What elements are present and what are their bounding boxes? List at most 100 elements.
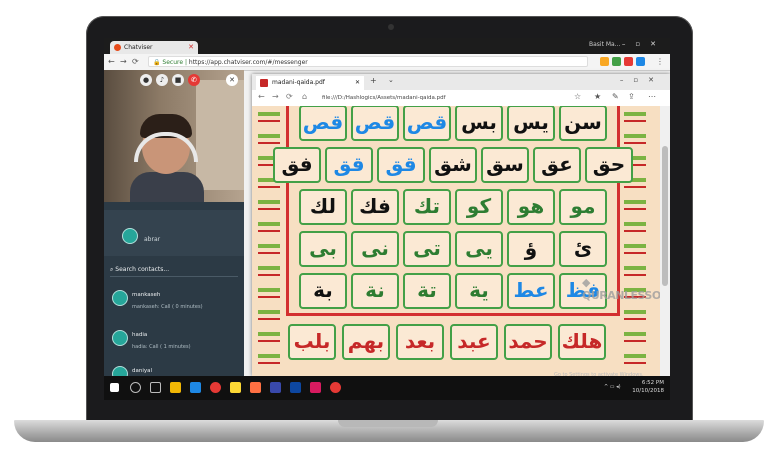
contact-status: mankaseh: Call ( 0 minutes) (132, 304, 203, 310)
pdf-icon (260, 79, 268, 87)
letter-cell: مو (559, 189, 607, 225)
app-icon[interactable] (310, 382, 321, 393)
vscode-icon[interactable] (270, 382, 281, 393)
chrome-tab-strip: Chatviser ✕ Basit Ma... –▫✕ (104, 38, 670, 54)
letter-cell: بس (455, 106, 503, 141)
scrollbar[interactable] (660, 106, 670, 376)
file-explorer-icon[interactable] (170, 382, 181, 393)
notes-icon[interactable]: ✎ (612, 92, 619, 101)
windows-taskbar: ^ ▭ ◂) 6:52 PM 10/10/2018 (104, 376, 670, 400)
camera-icon[interactable]: ■ (172, 74, 184, 86)
word-cell: حمد (504, 324, 552, 360)
word-cell: بهم (342, 324, 390, 360)
letter-cell: قق (377, 147, 425, 183)
reload-icon[interactable]: ⟳ (132, 57, 139, 66)
mic-icon[interactable]: ● (140, 74, 152, 86)
task-view-icon[interactable] (150, 382, 161, 393)
letter-cell: قص (403, 106, 451, 141)
letter-cell: عط (507, 273, 555, 309)
end-call-icon[interactable]: ✆ (188, 74, 200, 86)
chevron-down-icon[interactable]: ⌄ (388, 76, 394, 84)
letter-cell: تة (403, 273, 451, 309)
back-icon[interactable]: ← (258, 92, 265, 101)
contact-item[interactable]: mankaseh mankaseh: Call ( 0 minutes) (104, 286, 244, 326)
back-icon[interactable]: ← (108, 57, 115, 66)
letter-cell: شق (429, 147, 477, 183)
laptop-notch (338, 420, 438, 427)
more-icon[interactable]: ⋯ (648, 92, 656, 101)
search-icon[interactable] (130, 382, 141, 393)
tab-chatviser[interactable]: Chatviser ✕ (110, 41, 198, 54)
star-icon[interactable] (600, 57, 609, 66)
edge-toolbar: ← → ⟳ ⌂ file:///D:/Hashlogics/Assets/mad… (252, 90, 670, 107)
extension-icon[interactable] (612, 57, 621, 66)
chrome-icon[interactable] (210, 382, 221, 393)
home-icon[interactable]: ⌂ (302, 92, 307, 101)
chatviser-favicon-icon (114, 44, 121, 51)
letter-cell: حق (585, 147, 633, 183)
laptop-screen: Chatviser ✕ Basit Ma... –▫✕ ← → ⟳ 🔒 Secu… (104, 38, 670, 400)
pdf-tab-title: madani-qaida.pdf (272, 79, 325, 86)
vlc-icon[interactable] (250, 382, 261, 393)
store-icon[interactable] (230, 382, 241, 393)
audio-icon[interactable]: ♪ (156, 74, 168, 86)
current-user-row: abrar (104, 210, 244, 256)
letter-cell: تك (403, 189, 451, 225)
contact-item[interactable]: hadia hadia: Call ( 1 minutes) (104, 326, 244, 366)
reload-icon[interactable]: ⟳ (286, 92, 293, 101)
word-cell: عبد (450, 324, 498, 360)
contacts-sidebar: abrar ⌕ Search contacts... mankaseh mank… (104, 202, 244, 400)
window-controls[interactable]: –▫✕ (622, 40, 666, 48)
letter-cell: هو (507, 189, 555, 225)
window-controls[interactable]: –▫✕ (620, 76, 664, 84)
tab-madani-qaida[interactable]: madani-qaida.pdf ✕ (256, 76, 364, 90)
search-input[interactable]: ⌕ Search contacts... (110, 264, 238, 277)
letter-cell: ؤ (507, 231, 555, 267)
letter-cell: تى (403, 231, 451, 267)
word-cell: بعد (396, 324, 444, 360)
contact-name: hadia (132, 332, 148, 338)
close-tab-icon[interactable]: ✕ (355, 76, 360, 90)
extension-icon[interactable] (636, 57, 645, 66)
secure-label: Secure (162, 59, 184, 66)
letter-cell: يس (507, 106, 555, 141)
forward-icon[interactable]: → (120, 57, 127, 66)
share-icon[interactable]: ⇪ (628, 92, 635, 101)
edge-icon[interactable] (190, 382, 201, 393)
webcam (388, 24, 394, 30)
close-icon[interactable]: ✕ (226, 74, 238, 86)
letters-grid: قص قص قص بس يس سن فق قق قق شق سق عق حق لك فك تك كو هو مو بى… (273, 106, 633, 316)
pdf-viewer-window: madani-qaida.pdf ✕ + ⌄ –▫✕ ← → ⟳ ⌂ file:… (252, 74, 670, 376)
avatar (112, 290, 128, 306)
tab-title: Chatviser (124, 44, 153, 51)
forward-icon[interactable]: → (272, 92, 279, 101)
clock[interactable]: 6:52 PM 10/10/2018 (632, 379, 664, 395)
profile-button[interactable]: Basit Ma... (589, 41, 620, 48)
watermark-logo: ◆ QURANLESSON (582, 276, 670, 302)
contact-name: daniyal (132, 368, 153, 374)
extension-icon[interactable] (624, 57, 633, 66)
system-tray[interactable]: ^ ▭ ◂) (604, 384, 621, 390)
word-cell: هلك (558, 324, 606, 360)
menu-icon[interactable]: ⋮ (656, 57, 664, 66)
letter-cell: بة (299, 273, 347, 309)
avatar (112, 330, 128, 346)
letter-cell: فق (273, 147, 321, 183)
letter-cell: نى (351, 231, 399, 267)
scrollbar-thumb[interactable] (662, 146, 668, 286)
contact-name: mankaseh (132, 292, 161, 298)
pdf-content[interactable]: قص قص قص بس يس سن فق قق قق شق سق عق حق لك فك تك كو هو مو بى… (252, 106, 670, 376)
star-icon[interactable]: ☆ (574, 92, 581, 101)
new-tab-icon[interactable]: + (370, 76, 377, 85)
clock-date: 10/10/2018 (632, 388, 664, 394)
person-shirt (130, 172, 204, 202)
photoshop-icon[interactable] (290, 382, 301, 393)
search-placeholder: Search contacts... (115, 266, 170, 273)
chrome-icon[interactable] (330, 382, 341, 393)
address-bar[interactable]: 🔒 Secure | https://app.chatviser.com/#/m… (148, 56, 588, 67)
pdf-address-bar[interactable]: file:///D:/Hashlogics/Assets/madani-qaid… (322, 93, 572, 103)
windows-start-icon[interactable] (110, 383, 119, 392)
close-tab-icon[interactable]: ✕ (188, 41, 194, 54)
letter-cell: نة (351, 273, 399, 309)
favorites-icon[interactable]: ★ (594, 92, 601, 101)
